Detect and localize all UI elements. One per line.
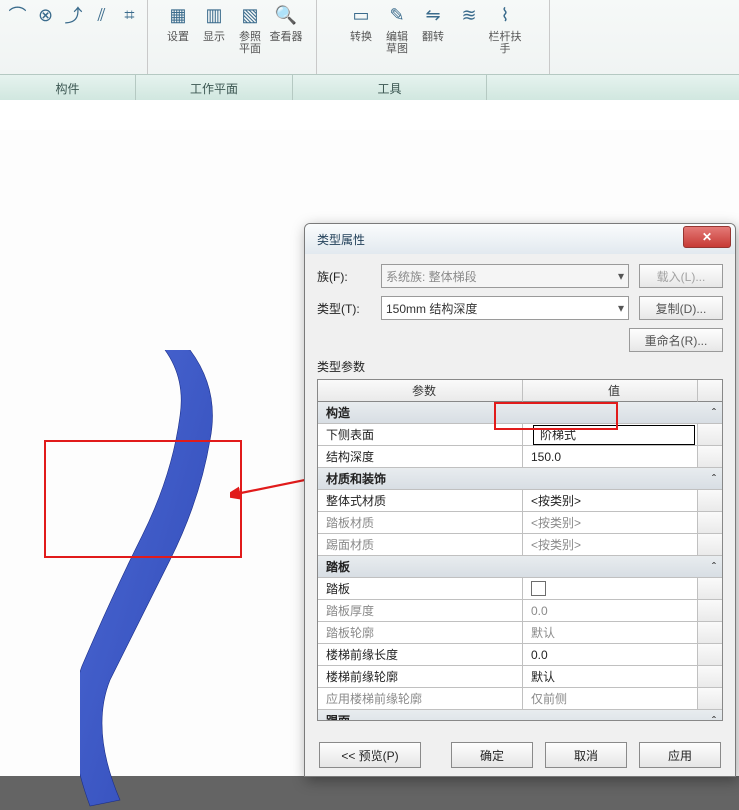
param-name: 结构深度 [318,446,523,468]
param-name: 应用楼梯前缘轮廓 [318,688,523,710]
ribbon-button[interactable]: ✎ 编辑草图 [379,2,415,72]
type-label: 类型(T): [317,300,381,317]
param-value[interactable]: 0.0 [523,644,698,666]
param-value[interactable] [523,578,698,600]
param-name: 踢面材质 [318,534,523,556]
ribbon-group-workplane: 工作平面 [136,75,293,102]
ribbon-button-label: 编辑草图 [386,31,408,55]
stair-model [80,350,260,810]
type-params-label: 类型参数 [317,358,723,375]
ribbon-button-label: 显示 [203,31,225,43]
family-label: 族(F): [317,268,381,285]
param-value[interactable]: 150.0 [523,446,698,468]
param-value[interactable]: 默认 [523,622,698,644]
param-value[interactable]: 默认 [523,666,698,688]
preview-button[interactable]: << 预览(P) [319,742,421,768]
ribbon-button[interactable]: ▥ 显示 [196,2,232,72]
param-name: 踏板材质 [318,512,523,534]
cancel-button[interactable]: 取消 [545,742,627,768]
param-name: 整体式材质 [318,490,523,512]
ribbon-icon: ⌇ [493,3,517,27]
ribbon-icon: ⫽ [90,3,114,27]
param-name: 楼梯前缘轮廓 [318,666,523,688]
param-category[interactable]: 踏板 [318,556,698,578]
ribbon-icon: ▦ [166,3,190,27]
annotation-box-view [44,440,242,558]
ribbon-button-label: 翻转 [422,31,444,43]
dialog-title: 类型属性 [317,231,365,248]
param-name: 踏板 [318,578,523,600]
type-properties-dialog: 类型属性 ✕ 族(F): 系统族: 整体梯段 ▾ 载入(L)... 类型(T):… [304,223,736,777]
param-value-input[interactable]: 阶梯式 [533,425,695,445]
apply-button[interactable]: 应用 [639,742,721,768]
ribbon-button[interactable]: ⇋ 翻转 [415,2,451,72]
ribbon-button-label: 转换 [350,31,372,43]
ribbon-icon: ⇋ [421,3,445,27]
param-name: 踏板轮廓 [318,622,523,644]
param-value[interactable]: 0.0 [523,600,698,622]
col-param: 参数 [318,380,523,402]
collapse-icon[interactable]: ˆ [698,556,722,578]
param-value[interactable]: 阶梯式 [523,424,698,446]
param-value[interactable]: <按类别> [523,534,698,556]
ribbon-icon: ⌗ [118,3,142,27]
dialog-titlebar[interactable]: 类型属性 ✕ [305,224,735,254]
ribbon-icon: ≋ [457,3,481,27]
chevron-down-icon: ▾ [618,269,624,283]
ribbon-icon: ✎ [385,3,409,27]
ribbon-button[interactable]: ⤴ [60,2,88,72]
ribbon-icon: ▥ [202,3,226,27]
param-category[interactable]: 材质和装饰 [318,468,698,490]
ribbon-icon: 🔍 [274,3,298,27]
collapse-icon[interactable]: ˆ [698,710,722,721]
col-expander [698,380,722,402]
ribbon-button[interactable]: 🔍 查看器 [268,2,304,72]
param-category[interactable]: 踢面 [318,710,698,721]
ribbon-button-label: 设置 [167,31,189,43]
ribbon-group-components: 构件 [0,75,136,102]
ribbon: ⌒⊗⤴⫽⌗ ▦设置▥显示▧参照平面🔍查看器 ▭转换✎编辑草图⇋翻转≋⌇栏杆扶手 … [0,0,739,103]
load-button[interactable]: 载入(L)... [639,264,723,288]
ribbon-button[interactable]: ⌇ 栏杆扶手 [487,2,523,72]
ribbon-button[interactable]: ▦ 设置 [160,2,196,72]
ribbon-button[interactable]: ▭ 转换 [343,2,379,72]
ribbon-lower-strip [0,100,739,131]
param-name: 楼梯前缘长度 [318,644,523,666]
param-value[interactable]: <按类别> [523,512,698,534]
ribbon-button-label: 查看器 [270,31,303,43]
param-value[interactable]: <按类别> [523,490,698,512]
param-name: 踏板厚度 [318,600,523,622]
rename-button[interactable]: 重命名(R)... [629,328,723,352]
type-combo[interactable]: 150mm 结构深度 ▾ [381,296,629,320]
ribbon-icon: ⌒ [6,3,30,27]
param-value[interactable]: 仅前侧 [523,688,698,710]
params-table: 参数 值 构造ˆ下侧表面阶梯式结构深度150.0材质和装饰ˆ整体式材质<按类别>… [317,379,723,721]
ribbon-button[interactable]: ⫽ [88,2,116,72]
ribbon-icon: ▧ [238,3,262,27]
col-value: 值 [523,380,698,402]
checkbox[interactable] [531,581,546,596]
chevron-down-icon: ▾ [618,301,624,315]
ribbon-button-label: 参照平面 [239,31,261,55]
ribbon-group-tools: 工具 [293,75,487,102]
ribbon-button[interactable]: ⊗ [32,2,60,72]
ribbon-button[interactable]: ⌒ [4,2,32,72]
ribbon-button[interactable]: ▧ 参照平面 [232,2,268,72]
ribbon-icon: ▭ [349,3,373,27]
close-icon[interactable]: ✕ [683,226,731,248]
param-name: 下侧表面 [318,424,523,446]
ok-button[interactable]: 确定 [451,742,533,768]
collapse-icon[interactable]: ˆ [698,402,722,424]
ribbon-icon: ⊗ [34,3,58,27]
collapse-icon[interactable]: ˆ [698,468,722,490]
ribbon-button[interactable]: ≋ [451,2,487,72]
ribbon-button[interactable]: ⌗ [116,2,144,72]
ribbon-icon: ⤴ [62,3,86,27]
copy-button[interactable]: 复制(D)... [639,296,723,320]
param-category[interactable]: 构造 [318,402,698,424]
ribbon-button-label: 栏杆扶手 [488,31,522,55]
family-combo[interactable]: 系统族: 整体梯段 ▾ [381,264,629,288]
